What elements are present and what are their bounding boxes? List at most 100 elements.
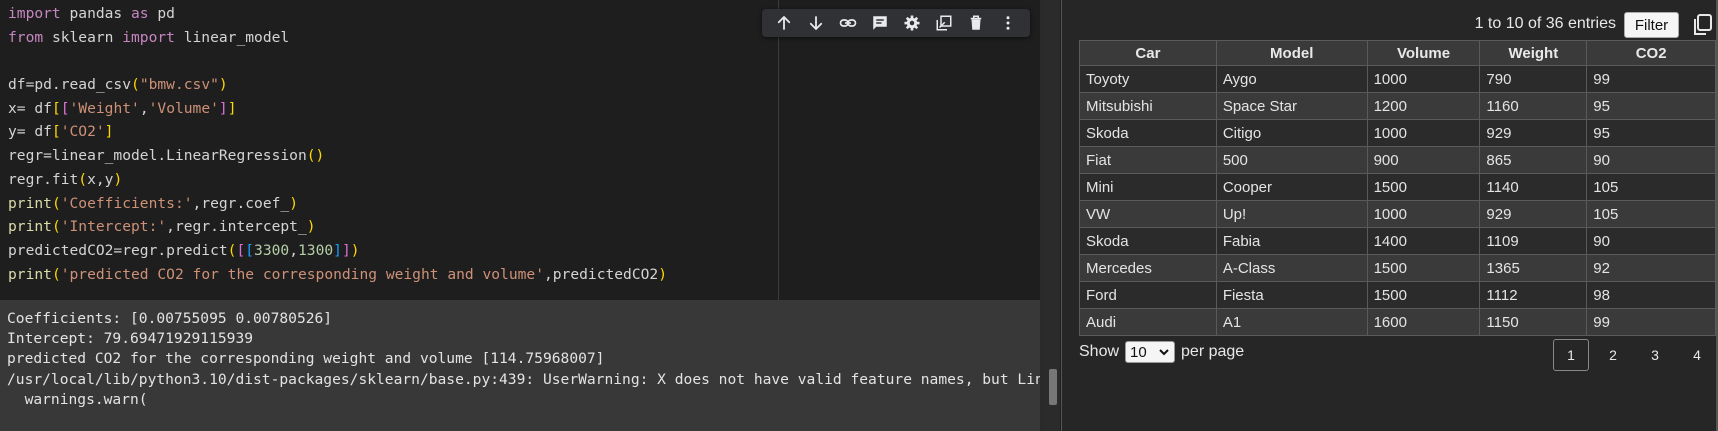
code-token: as <box>131 5 149 22</box>
table-cell: Ford <box>1079 281 1217 309</box>
page-size-select[interactable]: 10 <box>1125 341 1176 363</box>
code-token: ] <box>218 99 228 117</box>
code-token: from <box>8 28 44 46</box>
table-cell: 1500 <box>1366 254 1481 282</box>
code-token: ) <box>113 170 123 188</box>
add-comment-button[interactable] <box>867 10 893 36</box>
code-token: ) <box>218 76 228 94</box>
cell-settings-button[interactable] <box>899 10 925 36</box>
table-body: Toyoty Aygo 1000 790 99 Mitsubishi Space Star 1… <box>1079 65 1716 336</box>
table-cell: 900 <box>1366 146 1481 174</box>
copy-icon[interactable] <box>1690 13 1714 37</box>
pagination: 1234 <box>1553 339 1718 371</box>
page-button-1[interactable]: 1 <box>1553 339 1589 371</box>
vertical-scrollbar[interactable] <box>1046 0 1060 431</box>
move-cell-up-button[interactable] <box>771 10 797 36</box>
page-size-value: 10 <box>1130 343 1147 361</box>
code-token: ) <box>658 265 668 283</box>
gear-icon <box>904 15 920 31</box>
code-token: print <box>8 265 52 283</box>
table-cell: 1140 <box>1479 173 1588 201</box>
code-line: regr.fit(x,y) <box>8 168 667 192</box>
comment-icon <box>873 16 887 30</box>
code-token: ) <box>350 241 360 259</box>
mirror-cell-icon <box>936 15 952 31</box>
code-token: ( <box>78 170 88 188</box>
page-button-2[interactable]: 2 <box>1595 339 1631 371</box>
link-icon <box>839 19 857 27</box>
table-row: Mercedes A-Class 1500 1365 92 <box>1079 254 1716 282</box>
table-cell: 1112 <box>1479 281 1588 309</box>
table-cell: 500 <box>1215 146 1368 174</box>
editor-ruler <box>778 0 779 300</box>
arrow-down-icon <box>809 16 823 30</box>
table-cell: A-Class <box>1215 254 1368 282</box>
column-header-model[interactable]: Model <box>1215 40 1368 66</box>
page-button-4[interactable]: 4 <box>1679 339 1715 371</box>
code-token: "bmw.csv" <box>139 76 219 94</box>
table-cell: 95 <box>1586 92 1716 120</box>
mirror-cell-button[interactable] <box>931 10 957 36</box>
notebook-pane: import pandas as pd from sklearn import l… <box>0 0 1060 431</box>
code-token: ,regr.coef_ <box>192 194 290 212</box>
code-token: x,y <box>87 170 114 188</box>
data-table: Car Model Volume Weight CO2 Toyoty Aygo 1000 79… <box>1079 40 1716 336</box>
code-cell[interactable]: import pandas as pd from sklearn import l… <box>0 0 1040 301</box>
code-token: 'predicted CO2 for the corresponding wei… <box>60 265 544 283</box>
code-token: y= df <box>8 123 52 141</box>
table-cell: 1500 <box>1366 173 1481 201</box>
table-cell: 1500 <box>1366 281 1481 309</box>
table-cell: Space Star <box>1215 92 1368 120</box>
code-token: pd <box>148 5 175 22</box>
table-cell: 929 <box>1479 119 1588 147</box>
table-cell: 1150 <box>1479 308 1588 336</box>
output-line: Intercept: 79.69471929115939 <box>7 330 254 348</box>
table-row: Skoda Fabia 1400 1109 90 <box>1079 227 1716 255</box>
move-cell-down-button[interactable] <box>803 10 829 36</box>
code-token: print <box>8 218 52 236</box>
output-line: /usr/local/lib/python3.10/dist-packages/… <box>7 370 1040 388</box>
table-cell: 90 <box>1586 227 1716 255</box>
code-editor[interactable]: import pandas as pd from sklearn import l… <box>8 2 667 286</box>
table-row: Mini Cooper 1500 1140 105 <box>1079 173 1716 201</box>
output-line: warnings.warn( <box>7 390 148 408</box>
code-line: import pandas as pd <box>8 2 667 26</box>
delete-cell-button[interactable] <box>963 10 989 36</box>
cell-toolbar <box>762 9 1030 37</box>
column-header-co2[interactable]: CO2 <box>1586 40 1716 66</box>
code-token: import <box>8 5 61 22</box>
code-line: y= df['CO2'] <box>8 120 667 144</box>
table-cell: 790 <box>1479 65 1588 93</box>
code-token: ( <box>51 218 61 236</box>
table-cell: 1160 <box>1479 92 1588 120</box>
code-token: predictedCO2=regr.predict <box>8 241 228 259</box>
code-token: [ <box>236 241 246 259</box>
more-actions-button[interactable] <box>995 10 1021 36</box>
code-token: () <box>306 147 325 165</box>
code-line: print('Intercept:',regr.intercept_) <box>8 215 667 239</box>
table-cell: Audi <box>1079 308 1217 336</box>
per-page-label: per page <box>1181 343 1245 360</box>
scrollbar-thumb[interactable] <box>1049 369 1057 405</box>
table-cell: Toyoty <box>1079 65 1217 93</box>
table-cell: Aygo <box>1215 65 1368 93</box>
column-header-car[interactable]: Car <box>1079 40 1217 66</box>
code-token: 1300 <box>298 241 334 259</box>
code-token: [ <box>51 99 61 117</box>
column-header-weight[interactable]: Weight <box>1479 40 1588 66</box>
table-row: Skoda Citigo 1000 929 95 <box>1079 119 1716 147</box>
column-header-volume[interactable]: Volume <box>1366 40 1481 66</box>
table-cell: 1000 <box>1366 200 1481 228</box>
table-cell: Mini <box>1079 173 1217 201</box>
show-label: Show <box>1079 343 1120 360</box>
table-cell: 1600 <box>1366 308 1481 336</box>
code-token: import <box>122 28 175 46</box>
copy-link-button[interactable] <box>835 10 861 36</box>
code-token: 'Volume' <box>148 99 219 117</box>
table-cell: 99 <box>1586 308 1716 336</box>
code-token: ] <box>341 241 351 259</box>
filter-button[interactable]: Filter <box>1624 12 1679 38</box>
page-button-3[interactable]: 3 <box>1637 339 1673 371</box>
code-token: ,regr.intercept_ <box>166 218 307 236</box>
